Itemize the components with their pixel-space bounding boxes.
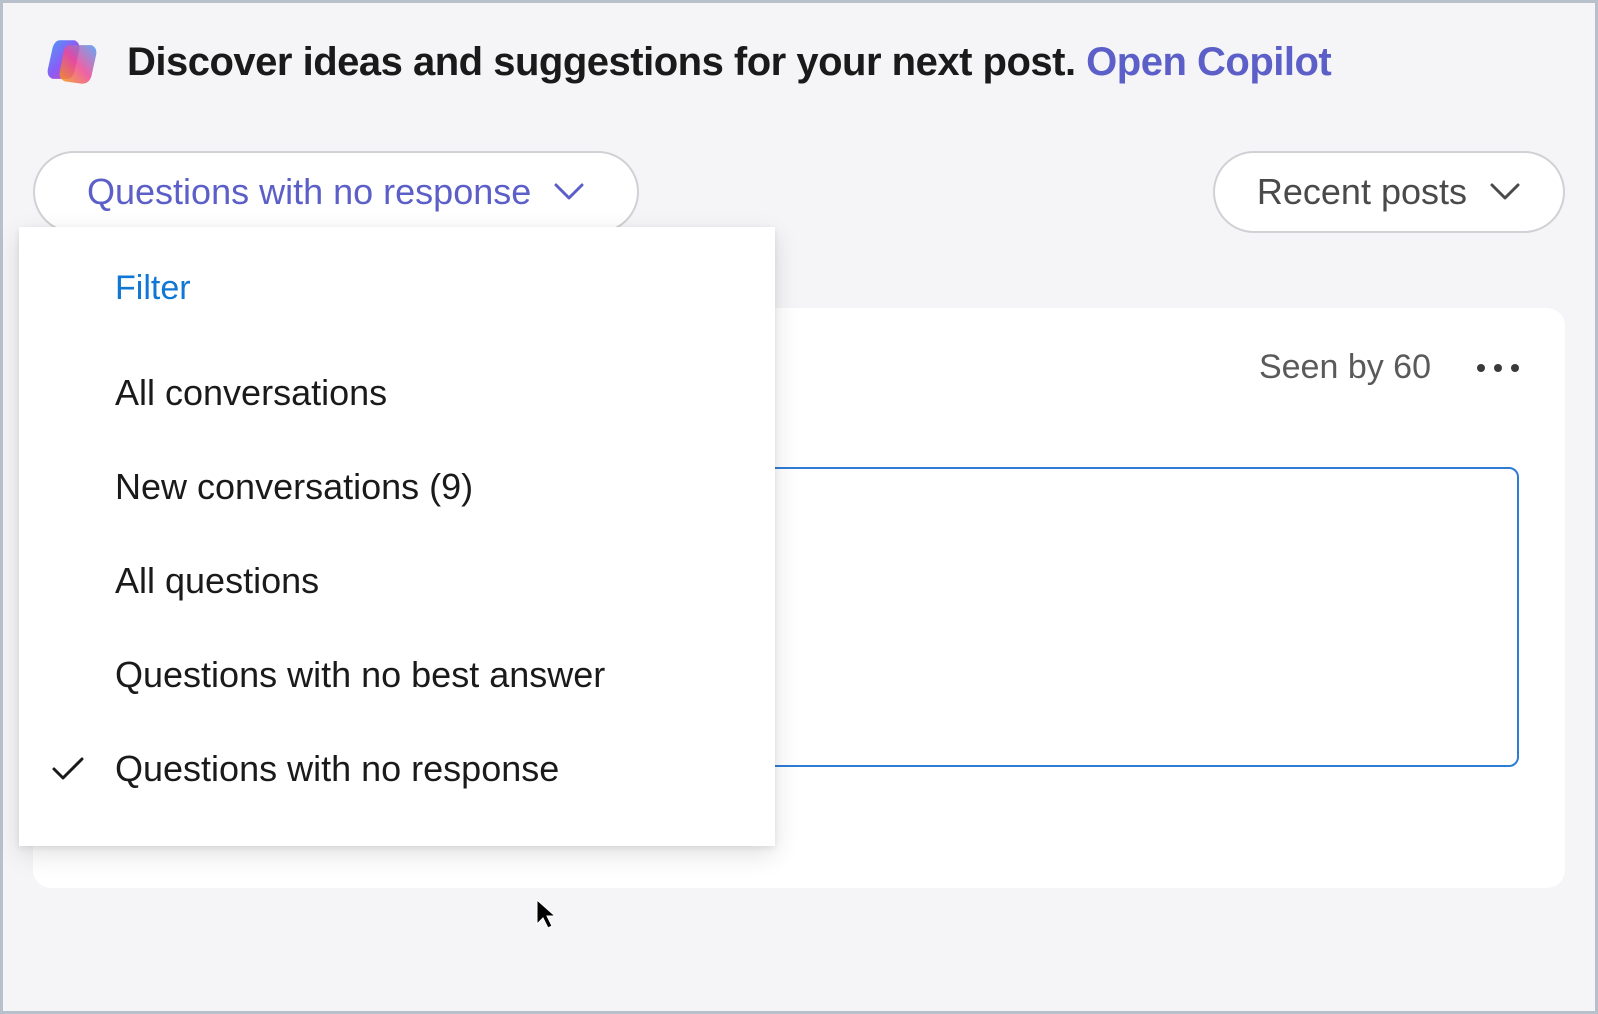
sort-dropdown-label: Recent posts [1257,171,1467,213]
filter-item-label: Questions with no response [115,748,559,790]
banner-message: Discover ideas and suggestions for your … [127,40,1086,84]
filter-dropdown-header: Filter [19,257,775,346]
filter-dropdown-menu: Filter All conversations New conversatio… [19,227,775,846]
filter-item-label: All questions [115,560,319,602]
cursor-icon [535,898,561,932]
more-options-button[interactable] [1477,364,1519,372]
filter-item-label: All conversations [115,372,387,414]
more-dot-icon [1494,364,1502,372]
banner-text: Discover ideas and suggestions for your … [127,40,1331,85]
filter-dropdown-label: Questions with no response [87,171,531,213]
controls-row: Questions with no response Recent posts … [3,131,1595,233]
chevron-down-icon [1489,182,1521,202]
filter-item-label: New conversations (9) [115,466,473,508]
filter-item-no-response[interactable]: Questions with no response [19,722,775,816]
seen-by-text: Seen by 60 [1259,348,1431,387]
more-dot-icon [1511,364,1519,372]
filter-item-label: Questions with no best answer [115,654,605,696]
sort-dropdown-button[interactable]: Recent posts [1213,151,1565,233]
check-icon [51,756,85,782]
filter-item-all-conversations[interactable]: All conversations [19,346,775,440]
chevron-down-icon [553,182,585,202]
filter-item-no-best-answer[interactable]: Questions with no best answer [19,628,775,722]
copilot-banner: Discover ideas and suggestions for your … [3,3,1595,131]
filter-dropdown-button[interactable]: Questions with no response [33,151,639,233]
more-dot-icon [1477,364,1485,372]
open-copilot-link[interactable]: Open Copilot [1086,40,1331,84]
filter-item-all-questions[interactable]: All questions [19,534,775,628]
copilot-icon [43,33,101,91]
filter-item-new-conversations[interactable]: New conversations (9) [19,440,775,534]
